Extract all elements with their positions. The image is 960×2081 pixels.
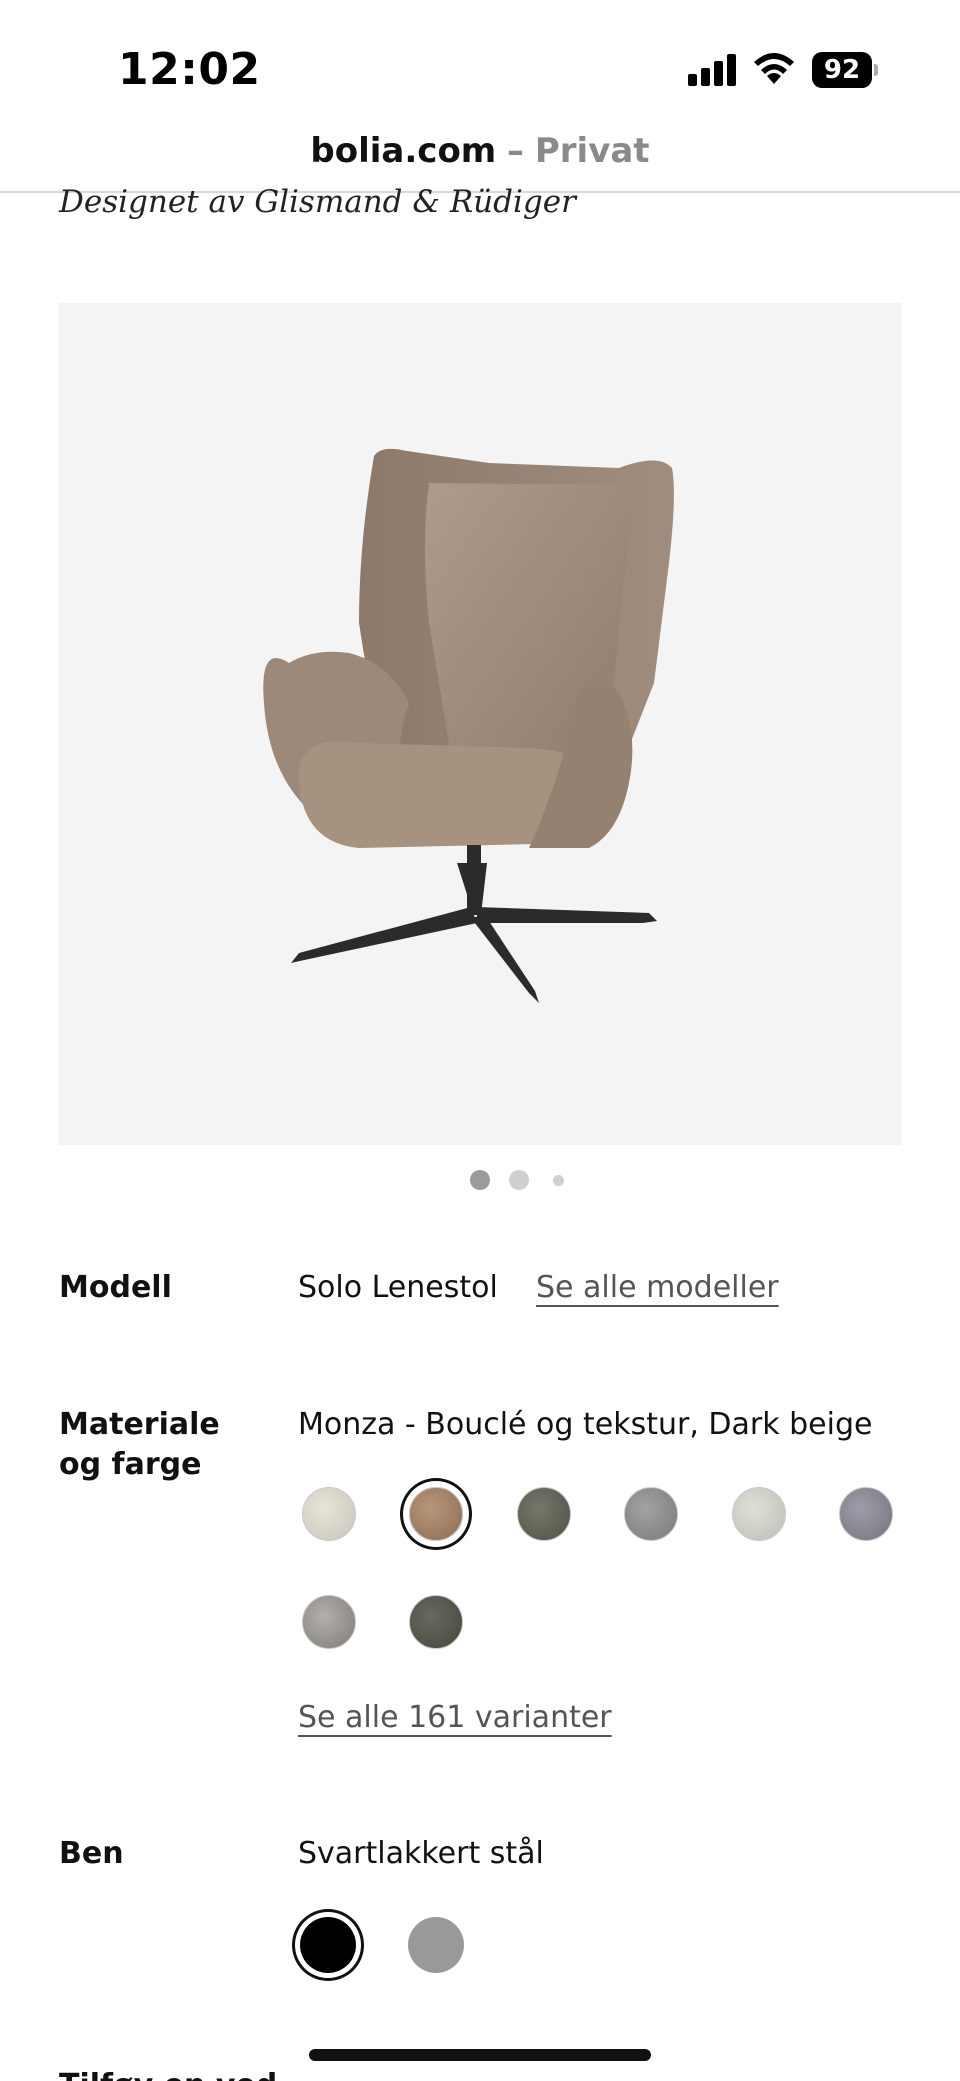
designer-credit: Designet av Glismand & Rüdiger bbox=[59, 184, 576, 220]
url-bar[interactable]: bolia.com – Privat bbox=[0, 125, 960, 193]
product-image[interactable] bbox=[59, 303, 901, 1145]
material-value: Monza - Bouclé og tekstur, Dark beige bbox=[298, 1407, 873, 1442]
legs-label: Ben bbox=[59, 1836, 124, 1871]
leg-swatch-black[interactable] bbox=[300, 1917, 356, 1973]
material-label-line1: Materiale bbox=[59, 1407, 220, 1442]
material-swatch[interactable] bbox=[302, 1595, 356, 1649]
home-indicator bbox=[309, 2049, 651, 2061]
model-label: Modell bbox=[59, 1270, 172, 1305]
url-separator: – bbox=[507, 131, 525, 171]
legs-value: Svartlakkert stål bbox=[298, 1836, 544, 1871]
material-swatch[interactable] bbox=[409, 1595, 463, 1649]
material-swatch[interactable] bbox=[839, 1487, 893, 1541]
status-time: 12:02 bbox=[118, 44, 261, 95]
material-swatch[interactable] bbox=[302, 1487, 356, 1541]
private-mode-label: Privat bbox=[534, 131, 650, 171]
battery-level: 92 bbox=[812, 52, 872, 88]
see-all-models-link[interactable]: Se alle modeller bbox=[536, 1268, 779, 1308]
solo-armchair-image bbox=[263, 448, 674, 1003]
carousel-dot-1[interactable] bbox=[470, 1170, 490, 1190]
material-label-line2: og farge bbox=[59, 1447, 202, 1482]
status-bar: 12:02 92 bbox=[0, 0, 960, 125]
url-domain: bolia.com bbox=[310, 131, 497, 171]
signal-icon bbox=[688, 54, 738, 86]
carousel-dots bbox=[0, 1168, 960, 1192]
material-swatch[interactable] bbox=[517, 1487, 571, 1541]
material-label: Materiale og farge bbox=[59, 1405, 220, 1485]
battery-icon: 92 bbox=[812, 52, 878, 88]
carousel-dot-2[interactable] bbox=[509, 1170, 529, 1190]
material-swatch[interactable] bbox=[732, 1487, 786, 1541]
carousel-dot-3[interactable] bbox=[553, 1175, 564, 1186]
next-section-heading: Tilføy en ved bbox=[59, 2068, 277, 2081]
leg-swatch-grey[interactable] bbox=[408, 1917, 464, 1973]
see-all-variants-link[interactable]: Se alle 161 varianter bbox=[298, 1698, 612, 1738]
model-value: Solo Lenestol bbox=[298, 1270, 498, 1305]
wifi-icon bbox=[752, 50, 796, 86]
material-swatch-selected[interactable] bbox=[409, 1487, 463, 1541]
material-swatch[interactable] bbox=[624, 1487, 678, 1541]
